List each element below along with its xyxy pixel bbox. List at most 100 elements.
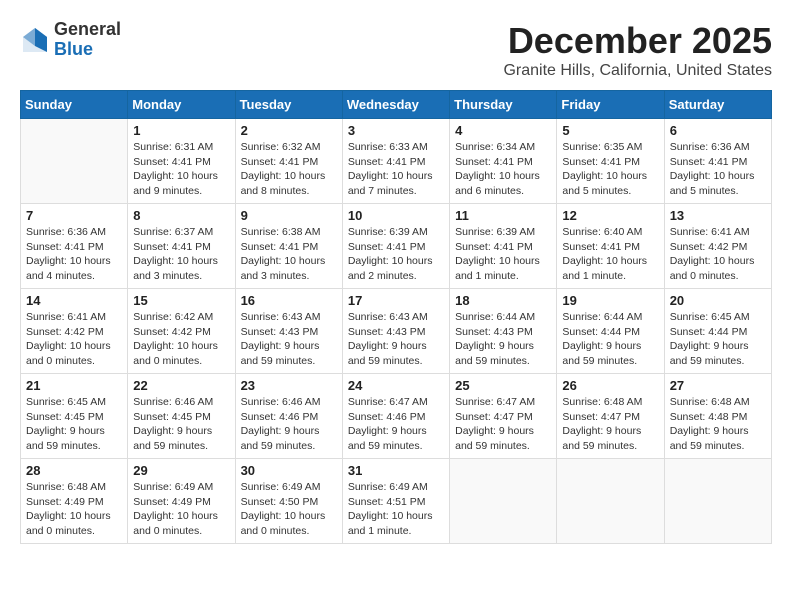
calendar-cell xyxy=(21,119,128,204)
day-of-week-header: Saturday xyxy=(664,91,771,119)
calendar-header: SundayMondayTuesdayWednesdayThursdayFrid… xyxy=(21,91,772,119)
day-number: 3 xyxy=(348,123,444,138)
week-row: 14 Sunrise: 6:41 AM Sunset: 4:42 PM Dayli… xyxy=(21,289,772,374)
day-number: 17 xyxy=(348,293,444,308)
day-info: Sunrise: 6:35 AM Sunset: 4:41 PM Dayligh… xyxy=(562,140,658,199)
day-number: 25 xyxy=(455,378,551,393)
day-of-week-header: Sunday xyxy=(21,91,128,119)
day-info: Sunrise: 6:46 AM Sunset: 4:46 PM Dayligh… xyxy=(241,395,337,454)
day-info: Sunrise: 6:48 AM Sunset: 4:49 PM Dayligh… xyxy=(26,480,122,539)
day-info: Sunrise: 6:39 AM Sunset: 4:41 PM Dayligh… xyxy=(348,225,444,284)
calendar-cell: 27 Sunrise: 6:48 AM Sunset: 4:48 PM Dayli… xyxy=(664,374,771,459)
calendar-cell: 23 Sunrise: 6:46 AM Sunset: 4:46 PM Dayli… xyxy=(235,374,342,459)
calendar-cell: 12Sunrise: 6:40 AM Sunset: 4:41 PM Dayli… xyxy=(557,204,664,289)
day-number: 14 xyxy=(26,293,122,308)
week-row: 28 Sunrise: 6:48 AM Sunset: 4:49 PM Dayli… xyxy=(21,459,772,544)
day-number: 18 xyxy=(455,293,551,308)
logo-icon xyxy=(20,25,50,55)
day-header-row: SundayMondayTuesdayWednesdayThursdayFrid… xyxy=(21,91,772,119)
day-info: Sunrise: 6:48 AM Sunset: 4:47 PM Dayligh… xyxy=(562,395,658,454)
day-number: 8 xyxy=(133,208,229,223)
day-number: 5 xyxy=(562,123,658,138)
day-number: 22 xyxy=(133,378,229,393)
day-info: Sunrise: 6:48 AM Sunset: 4:48 PM Dayligh… xyxy=(670,395,766,454)
day-number: 10 xyxy=(348,208,444,223)
day-number: 26 xyxy=(562,378,658,393)
calendar-cell: 11 Sunrise: 6:39 AM Sunset: 4:41 PM Dayli… xyxy=(450,204,557,289)
day-number: 7 xyxy=(26,208,122,223)
calendar-table: SundayMondayTuesdayWednesdayThursdayFrid… xyxy=(20,90,772,544)
day-info: Sunrise: 6:36 AM Sunset: 4:41 PM Dayligh… xyxy=(670,140,766,199)
day-of-week-header: Tuesday xyxy=(235,91,342,119)
day-number: 31 xyxy=(348,463,444,478)
calendar-cell: 15Sunrise: 6:42 AM Sunset: 4:42 PM Dayli… xyxy=(128,289,235,374)
day-info: Sunrise: 6:45 AM Sunset: 4:44 PM Dayligh… xyxy=(670,310,766,369)
subtitle: Granite Hills, California, United States xyxy=(503,62,772,80)
day-number: 28 xyxy=(26,463,122,478)
day-number: 2 xyxy=(241,123,337,138)
day-info: Sunrise: 6:47 AM Sunset: 4:47 PM Dayligh… xyxy=(455,395,551,454)
day-info: Sunrise: 6:31 AM Sunset: 4:41 PM Dayligh… xyxy=(133,140,229,199)
calendar-cell: 20 Sunrise: 6:45 AM Sunset: 4:44 PM Dayli… xyxy=(664,289,771,374)
day-info: Sunrise: 6:43 AM Sunset: 4:43 PM Dayligh… xyxy=(348,310,444,369)
calendar-cell: 17 Sunrise: 6:43 AM Sunset: 4:43 PM Dayli… xyxy=(342,289,449,374)
day-number: 13 xyxy=(670,208,766,223)
calendar-cell: 16 Sunrise: 6:43 AM Sunset: 4:43 PM Dayli… xyxy=(235,289,342,374)
day-info: Sunrise: 6:46 AM Sunset: 4:45 PM Dayligh… xyxy=(133,395,229,454)
title-block: December 2025 Granite Hills, California,… xyxy=(503,20,772,80)
calendar-cell: 28 Sunrise: 6:48 AM Sunset: 4:49 PM Dayli… xyxy=(21,459,128,544)
day-number: 27 xyxy=(670,378,766,393)
calendar-cell: 14 Sunrise: 6:41 AM Sunset: 4:42 PM Dayli… xyxy=(21,289,128,374)
day-number: 19 xyxy=(562,293,658,308)
day-of-week-header: Wednesday xyxy=(342,91,449,119)
calendar-cell: 7Sunrise: 6:36 AM Sunset: 4:41 PM Daylig… xyxy=(21,204,128,289)
day-info: Sunrise: 6:34 AM Sunset: 4:41 PM Dayligh… xyxy=(455,140,551,199)
calendar-cell: 21Sunrise: 6:45 AM Sunset: 4:45 PM Dayli… xyxy=(21,374,128,459)
day-number: 23 xyxy=(241,378,337,393)
day-number: 30 xyxy=(241,463,337,478)
calendar-cell xyxy=(557,459,664,544)
day-info: Sunrise: 6:45 AM Sunset: 4:45 PM Dayligh… xyxy=(26,395,122,454)
day-info: Sunrise: 6:39 AM Sunset: 4:41 PM Dayligh… xyxy=(455,225,551,284)
calendar-cell: 24Sunrise: 6:47 AM Sunset: 4:46 PM Dayli… xyxy=(342,374,449,459)
logo: General Blue xyxy=(20,20,121,60)
day-info: Sunrise: 6:43 AM Sunset: 4:43 PM Dayligh… xyxy=(241,310,337,369)
calendar-cell xyxy=(664,459,771,544)
week-row: 1 Sunrise: 6:31 AM Sunset: 4:41 PM Daylig… xyxy=(21,119,772,204)
day-number: 4 xyxy=(455,123,551,138)
day-number: 11 xyxy=(455,208,551,223)
calendar-cell: 19 Sunrise: 6:44 AM Sunset: 4:44 PM Dayli… xyxy=(557,289,664,374)
calendar-cell xyxy=(450,459,557,544)
calendar-cell: 8Sunrise: 6:37 AM Sunset: 4:41 PM Daylig… xyxy=(128,204,235,289)
day-info: Sunrise: 6:44 AM Sunset: 4:44 PM Dayligh… xyxy=(562,310,658,369)
day-info: Sunrise: 6:49 AM Sunset: 4:50 PM Dayligh… xyxy=(241,480,337,539)
calendar-cell: 22 Sunrise: 6:46 AM Sunset: 4:45 PM Dayli… xyxy=(128,374,235,459)
calendar-cell: 30 Sunrise: 6:49 AM Sunset: 4:50 PM Dayli… xyxy=(235,459,342,544)
calendar-cell: 6 Sunrise: 6:36 AM Sunset: 4:41 PM Daylig… xyxy=(664,119,771,204)
day-info: Sunrise: 6:40 AM Sunset: 4:41 PM Dayligh… xyxy=(562,225,658,284)
day-info: Sunrise: 6:49 AM Sunset: 4:49 PM Dayligh… xyxy=(133,480,229,539)
day-number: 29 xyxy=(133,463,229,478)
main-title: December 2025 xyxy=(503,20,772,62)
day-of-week-header: Friday xyxy=(557,91,664,119)
day-info: Sunrise: 6:41 AM Sunset: 4:42 PM Dayligh… xyxy=(670,225,766,284)
day-info: Sunrise: 6:41 AM Sunset: 4:42 PM Dayligh… xyxy=(26,310,122,369)
calendar-body: 1 Sunrise: 6:31 AM Sunset: 4:41 PM Daylig… xyxy=(21,119,772,544)
calendar-cell: 26 Sunrise: 6:48 AM Sunset: 4:47 PM Dayli… xyxy=(557,374,664,459)
calendar-cell: 1 Sunrise: 6:31 AM Sunset: 4:41 PM Daylig… xyxy=(128,119,235,204)
day-info: Sunrise: 6:33 AM Sunset: 4:41 PM Dayligh… xyxy=(348,140,444,199)
day-info: Sunrise: 6:38 AM Sunset: 4:41 PM Dayligh… xyxy=(241,225,337,284)
day-info: Sunrise: 6:42 AM Sunset: 4:42 PM Dayligh… xyxy=(133,310,229,369)
calendar-cell: 2Sunrise: 6:32 AM Sunset: 4:41 PM Daylig… xyxy=(235,119,342,204)
logo-blue-text: Blue xyxy=(54,40,121,60)
day-of-week-header: Monday xyxy=(128,91,235,119)
day-number: 16 xyxy=(241,293,337,308)
calendar-cell: 29 Sunrise: 6:49 AM Sunset: 4:49 PM Dayli… xyxy=(128,459,235,544)
calendar-cell: 5 Sunrise: 6:35 AM Sunset: 4:41 PM Daylig… xyxy=(557,119,664,204)
day-number: 1 xyxy=(133,123,229,138)
day-info: Sunrise: 6:49 AM Sunset: 4:51 PM Dayligh… xyxy=(348,480,444,539)
page-header: General Blue December 2025 Granite Hills… xyxy=(20,20,772,80)
day-number: 20 xyxy=(670,293,766,308)
day-number: 6 xyxy=(670,123,766,138)
week-row: 21Sunrise: 6:45 AM Sunset: 4:45 PM Dayli… xyxy=(21,374,772,459)
